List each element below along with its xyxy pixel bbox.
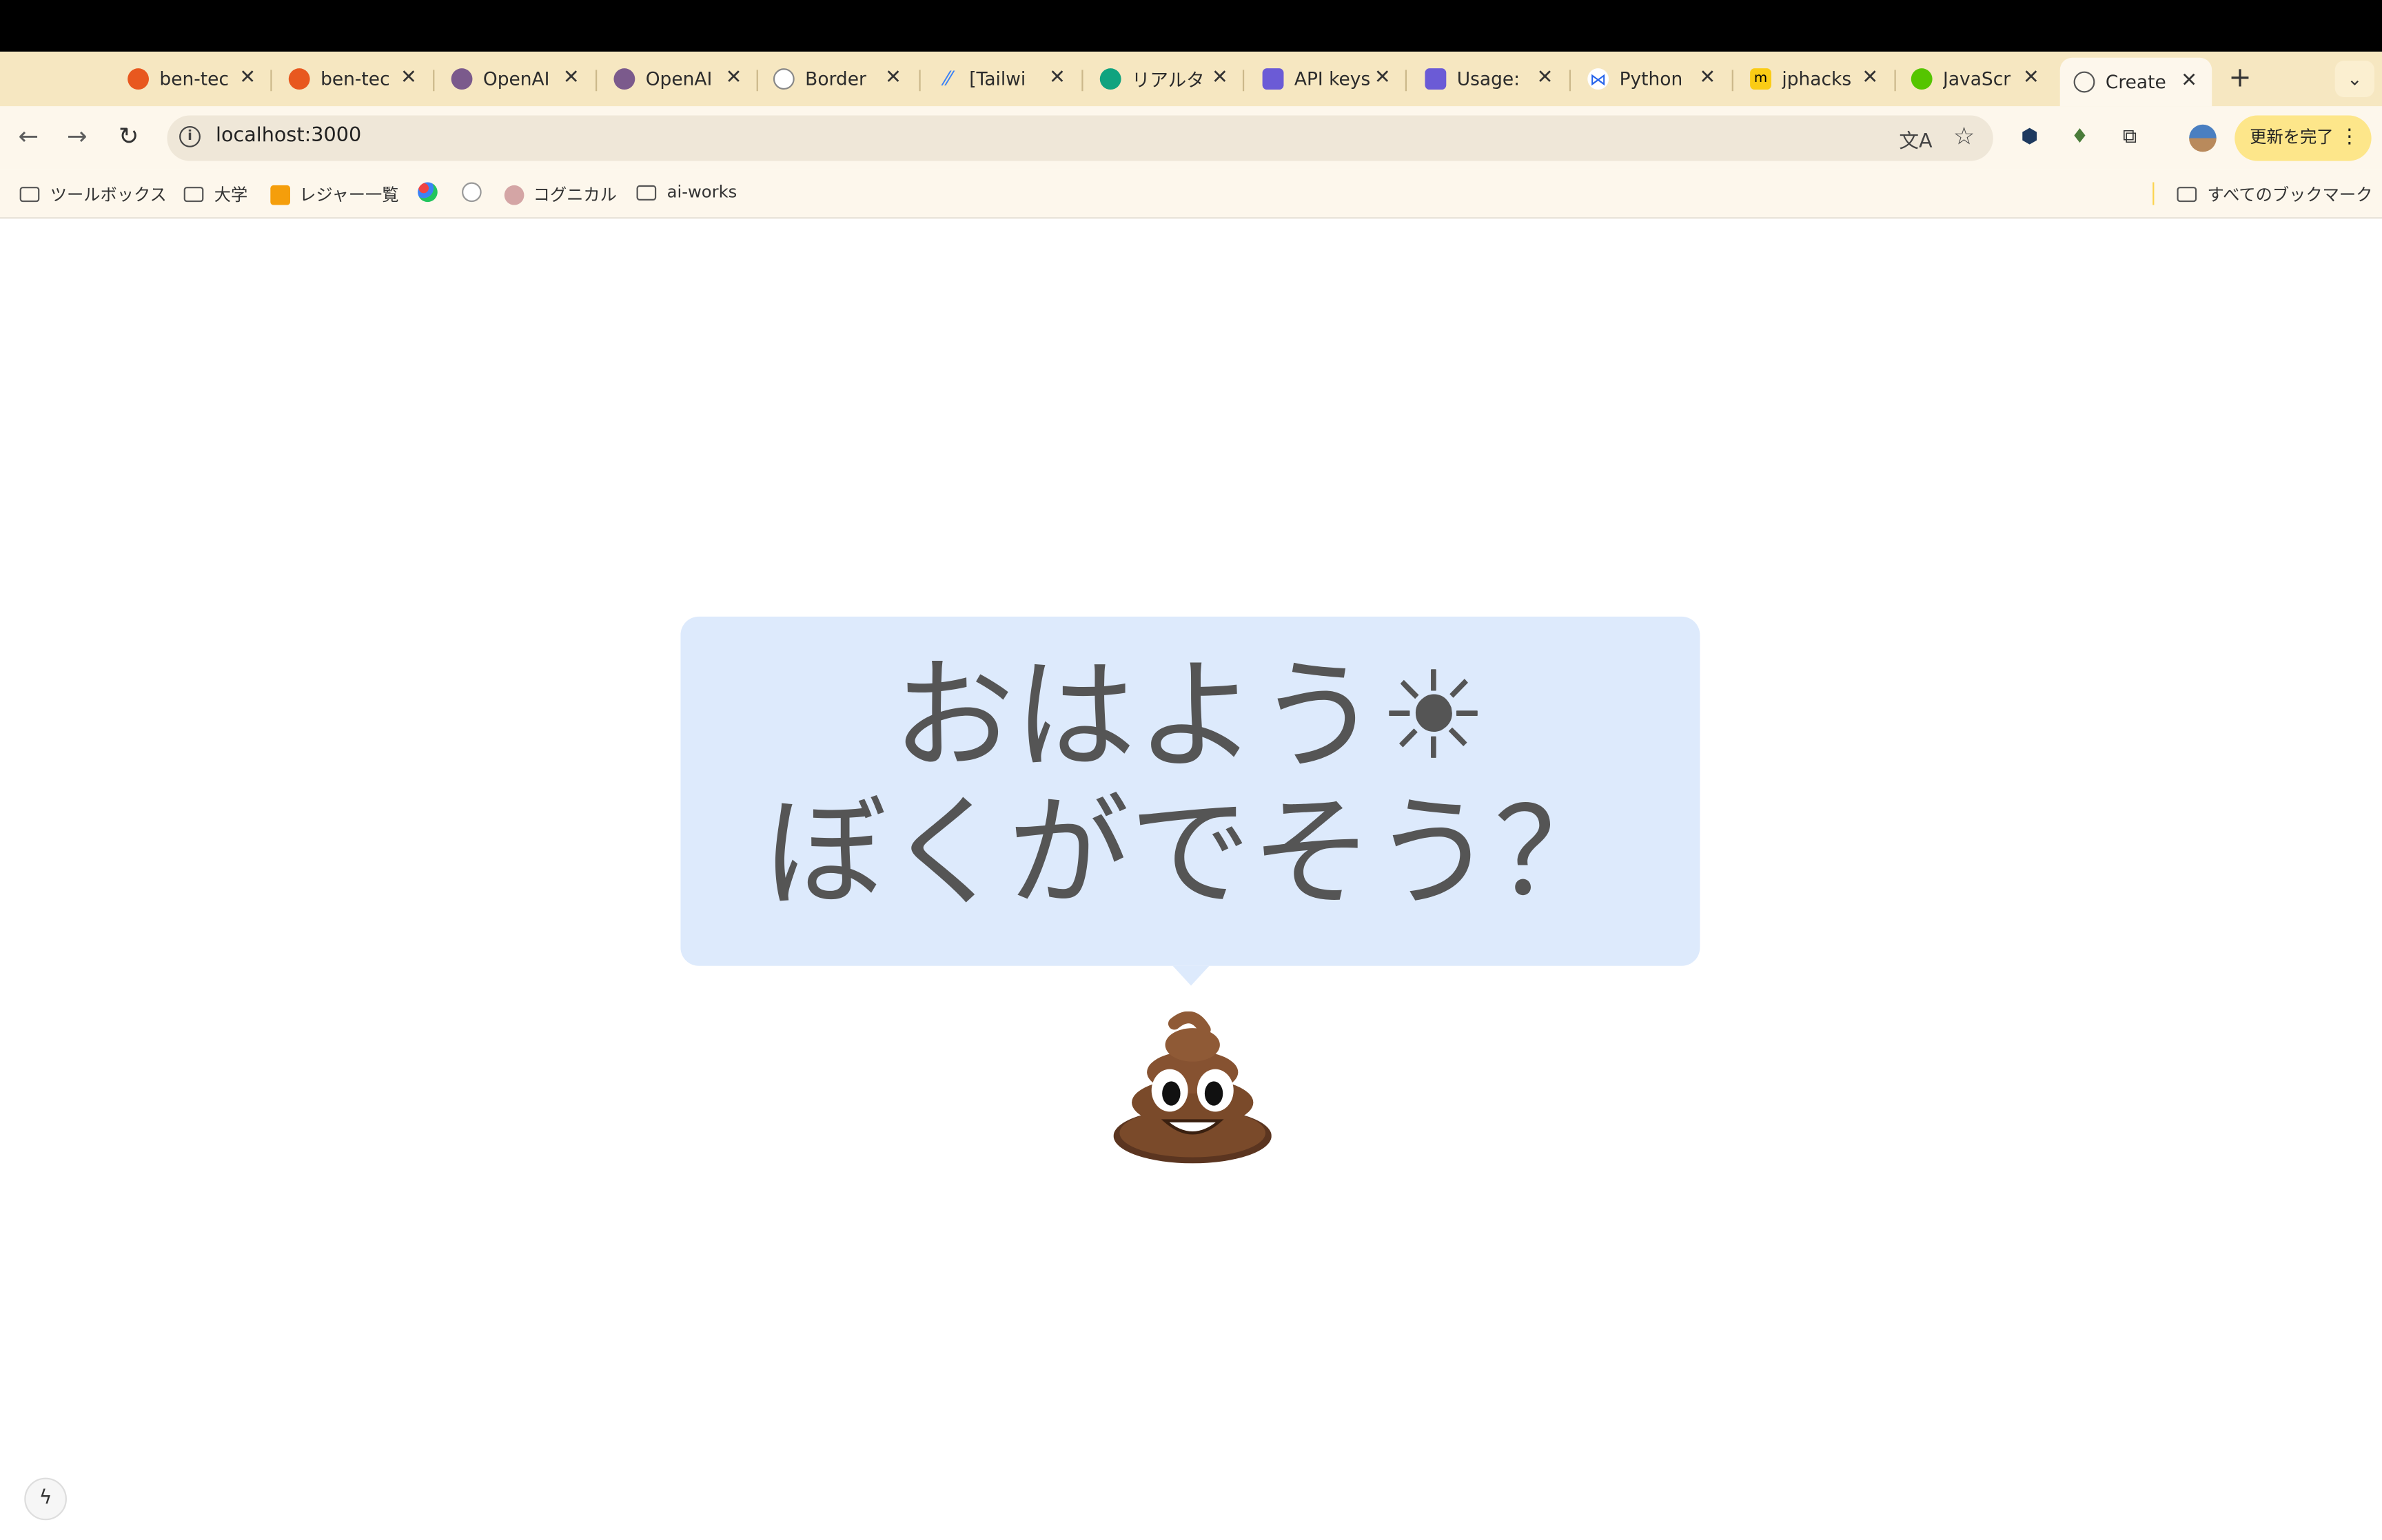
tab[interactable]: OpenAI ✕: [613, 61, 744, 97]
tab[interactable]: ben-tec ✕: [288, 61, 420, 97]
tab-separator: [1894, 70, 1896, 92]
folder-icon: [183, 187, 204, 203]
tab[interactable]: OpenAI ✕: [451, 61, 582, 97]
tab[interactable]: m jphacks ✕: [1750, 61, 1881, 97]
more-menu-icon[interactable]: ⋮: [2339, 116, 2359, 161]
qiita-icon: [1911, 68, 1933, 90]
tab-separator: [1405, 70, 1407, 92]
close-icon[interactable]: ✕: [1860, 67, 1881, 90]
reload-button[interactable]: ↻: [119, 121, 139, 150]
forward-button[interactable]: →: [67, 121, 88, 150]
house-icon: [270, 184, 290, 205]
tab-active[interactable]: Create ✕: [2059, 57, 2212, 107]
folder-icon: [636, 184, 657, 200]
tab-separator: [1731, 70, 1733, 92]
back-button[interactable]: ←: [18, 121, 39, 150]
tab[interactable]: ben-tec ✕: [128, 61, 258, 97]
tab-separator: [756, 70, 758, 92]
close-icon[interactable]: ✕: [237, 67, 258, 90]
tab[interactable]: API keys ✕: [1262, 61, 1394, 97]
close-icon[interactable]: ✕: [2020, 67, 2042, 90]
bookmark-item[interactable]: [462, 182, 491, 203]
new-tab-button[interactable]: +: [2228, 62, 2251, 94]
bookmark-folder[interactable]: 大学: [183, 182, 247, 206]
toolbar: ← → ↻ i localhost:3000 文A ☆ ⬢ ♦ ⧉ 更新を完了 …: [0, 106, 2382, 170]
tab[interactable]: JavaScr ✕: [1911, 61, 2042, 97]
tab-separator: [596, 70, 598, 92]
tab-separator: [1242, 70, 1245, 92]
chatgpt-icon: [1099, 68, 1121, 90]
close-icon[interactable]: ✕: [1209, 67, 1230, 90]
bookmark-folder[interactable]: ai-works: [636, 182, 737, 202]
update-button[interactable]: 更新を完了 ⋮: [2235, 115, 2372, 161]
tab[interactable]: リアルタ ✕: [1099, 61, 1231, 97]
globe-icon: [2073, 71, 2095, 93]
system-bar: [0, 0, 2382, 52]
bookmark-star-icon[interactable]: ☆: [1953, 121, 1975, 150]
bookmarks-bar: ツールボックス 大学 レジャー一覧 コグニカル ai-works すべてのブック…: [0, 170, 2382, 219]
tab-strip: ben-tec ✕ ben-tec ✕ OpenAI ✕ OpenAI ✕ Bo…: [0, 51, 2382, 107]
openai-purple-icon: [1262, 68, 1284, 90]
bookmark-item[interactable]: [418, 182, 447, 203]
tab[interactable]: Usage: ✕: [1425, 61, 1556, 97]
close-icon[interactable]: ✕: [398, 67, 419, 90]
address-bar[interactable]: i localhost:3000 文A ☆: [167, 115, 1993, 161]
openai-icon: [451, 68, 473, 90]
close-icon[interactable]: ✕: [723, 67, 744, 90]
colorful-dots-icon: [418, 182, 438, 203]
greeting-text: おはよう☀: [893, 645, 1488, 787]
close-icon[interactable]: ✕: [560, 67, 582, 90]
tab-separator: [1081, 70, 1083, 92]
site-info-icon[interactable]: i: [179, 125, 201, 147]
tab[interactable]: Border ✕: [773, 61, 904, 97]
border-icon: [773, 68, 795, 90]
translate-icon[interactable]: 文A: [1899, 125, 1932, 154]
tab[interactable]: ⁄⁄ [Tailwi ✕: [937, 61, 1068, 97]
miro-icon: m: [1750, 68, 1771, 90]
bookmarks-divider: [2152, 182, 2155, 205]
speech-bubble: おはよう☀ ぼくがでそう？: [680, 616, 1700, 986]
poop-emoji: [1113, 1011, 1272, 1164]
bookmark-folder[interactable]: ツールボックス: [19, 182, 167, 206]
all-bookmarks-button[interactable]: すべてのブックマーク: [2177, 182, 2372, 206]
close-icon[interactable]: ✕: [2179, 70, 2200, 92]
close-icon[interactable]: ✕: [1697, 67, 1718, 90]
extension-shield-icon[interactable]: ⬢: [2017, 125, 2042, 149]
url-text[interactable]: localhost:3000: [216, 125, 361, 147]
extensions-puzzle-icon[interactable]: ⧉: [2118, 125, 2142, 149]
tab-search-button[interactable]: ⌄: [2334, 61, 2375, 98]
tab-separator: [919, 70, 921, 92]
tailwind-icon: ⁄⁄: [944, 68, 952, 91]
tab-separator: [270, 70, 272, 92]
close-icon[interactable]: ✕: [1047, 67, 1068, 90]
bookmark-item[interactable]: レジャー一覧: [270, 182, 398, 206]
browser-window: ben-tec ✕ ben-tec ✕ OpenAI ✕ OpenAI ✕ Bo…: [0, 0, 2382, 1540]
flame-icon: [128, 68, 150, 90]
tab[interactable]: ⋈ Python ✕: [1587, 61, 1718, 97]
question-text: ぼくがでそう？: [764, 782, 1616, 924]
close-icon[interactable]: ✕: [883, 67, 904, 90]
eyes-icon: [462, 182, 482, 203]
tab-separator: [1569, 70, 1571, 92]
bookmark-item[interactable]: コグニカル: [504, 182, 617, 206]
cognical-icon: [504, 184, 525, 205]
extension-leaf-icon[interactable]: ♦: [2068, 125, 2092, 149]
lightning-icon[interactable]: ϟ: [24, 1477, 67, 1521]
openai-icon: [613, 68, 635, 90]
folder-icon: [19, 187, 40, 203]
python-icon: ⋈: [1587, 68, 1609, 90]
profile-avatar[interactable]: [2189, 124, 2217, 152]
openai-purple-icon: [1425, 68, 1447, 90]
folder-icon: [2177, 187, 2197, 203]
close-icon[interactable]: ✕: [1372, 67, 1393, 90]
tab-separator: [433, 70, 435, 92]
flame-icon: [288, 68, 310, 90]
close-icon[interactable]: ✕: [1534, 67, 1556, 90]
